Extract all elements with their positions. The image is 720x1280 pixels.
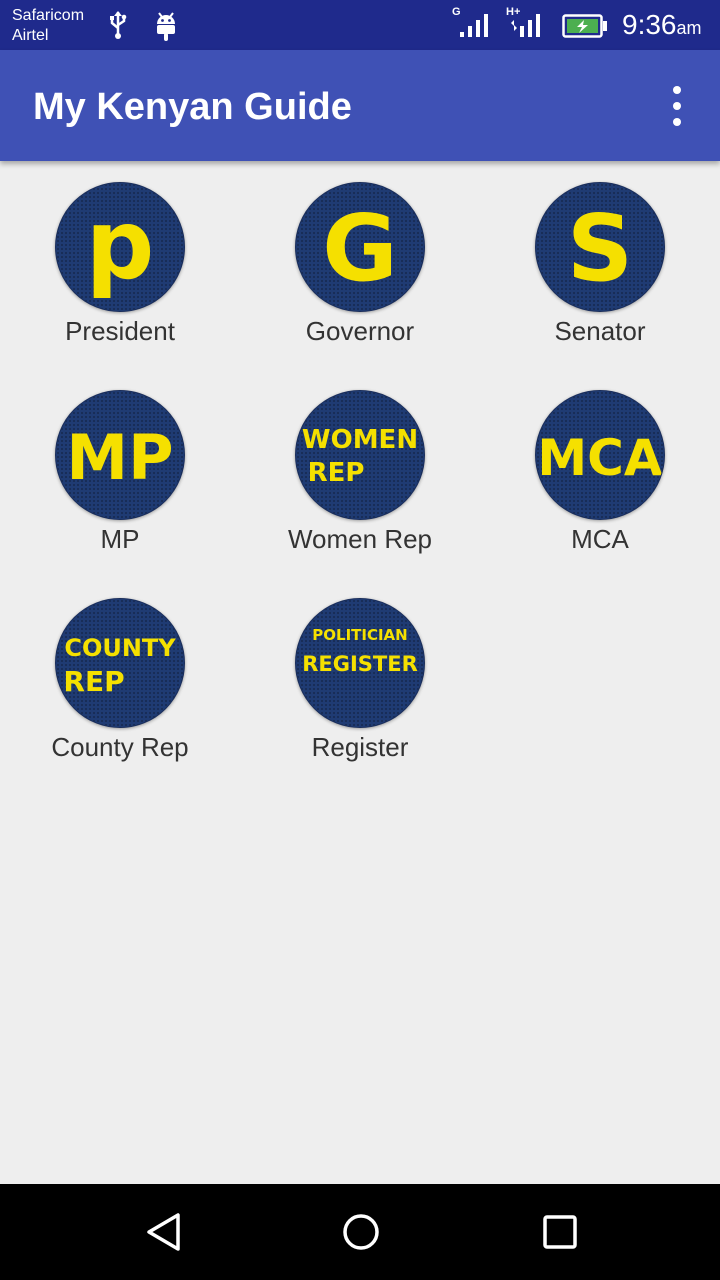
badge-text-line-1: COUNTY <box>64 634 176 662</box>
carrier-1: Safaricom <box>12 7 85 24</box>
android-debug-icon <box>157 12 175 41</box>
tile-president[interactable]: p President <box>0 161 240 361</box>
badge-text-line-2: REP <box>63 665 124 698</box>
mca-badge-icon[interactable]: MCA <box>535 390 665 520</box>
tile-mca[interactable]: MCA MCA <box>480 369 720 569</box>
mp-badge-icon[interactable]: MP <box>55 390 185 520</box>
tile-label: President <box>65 316 175 346</box>
badge-text-line-2: REP <box>308 458 365 488</box>
tile-mp[interactable]: MP MP <box>0 369 240 569</box>
usb-icon <box>110 11 127 39</box>
carrier-names: Safaricom Airtel <box>12 6 84 46</box>
app-title: My Kenyan Guide <box>33 86 352 128</box>
recents-icon[interactable] <box>540 1212 580 1252</box>
badge-text: MP <box>66 421 173 494</box>
tile-senator[interactable]: S Senator <box>480 161 720 361</box>
badge-text: p <box>86 189 155 301</box>
clock: 9:36am <box>622 9 702 41</box>
signal-icon <box>511 14 540 37</box>
clock-ampm: am <box>676 18 702 38</box>
tile-county-rep[interactable]: COUNTY REP County Rep <box>0 577 240 777</box>
back-icon[interactable] <box>144 1212 184 1252</box>
battery-charging-icon <box>562 14 607 38</box>
tile-label: MP <box>100 524 140 554</box>
badge-text: G <box>322 195 398 302</box>
tile-label: MCA <box>571 524 629 554</box>
governor-badge-icon[interactable]: G <box>295 182 425 312</box>
clock-time: 9:36 <box>622 9 677 40</box>
tile-label: County Rep <box>51 732 189 762</box>
county-rep-badge-icon[interactable]: COUNTY REP <box>55 598 185 728</box>
badge-text-line-1: WOMEN <box>302 425 418 455</box>
signal-icon <box>460 14 488 37</box>
president-badge-icon[interactable]: p <box>55 182 185 312</box>
register-badge-icon[interactable]: POLITICIAN REGISTER <box>295 598 425 728</box>
badge-text: MCA <box>537 429 662 487</box>
status-bar: Safaricom Airtel G H+ 9:36am <box>0 0 720 50</box>
tile-label: Senator <box>554 316 646 346</box>
home-icon[interactable] <box>341 1212 381 1252</box>
tile-label: Women Rep <box>287 524 433 554</box>
tile-label: Governor <box>305 316 415 346</box>
badge-text-line-2: REGISTER <box>302 652 418 676</box>
overflow-menu-icon[interactable] <box>662 86 692 126</box>
carrier-2: Airtel <box>12 27 49 44</box>
senator-badge-icon[interactable]: S <box>535 182 665 312</box>
app-bar: My Kenyan Guide <box>0 50 720 161</box>
women-rep-badge-icon[interactable]: WOMEN REP <box>295 390 425 520</box>
tile-governor[interactable]: G Governor <box>240 161 480 361</box>
badge-text: S <box>567 195 633 302</box>
tile-women-rep[interactable]: WOMEN REP Women Rep <box>240 369 480 569</box>
navigation-bar <box>0 1184 720 1280</box>
tile-label: Register <box>311 732 409 762</box>
badge-text-line-1: POLITICIAN <box>312 626 407 644</box>
tile-register[interactable]: POLITICIAN REGISTER Register <box>240 577 480 777</box>
